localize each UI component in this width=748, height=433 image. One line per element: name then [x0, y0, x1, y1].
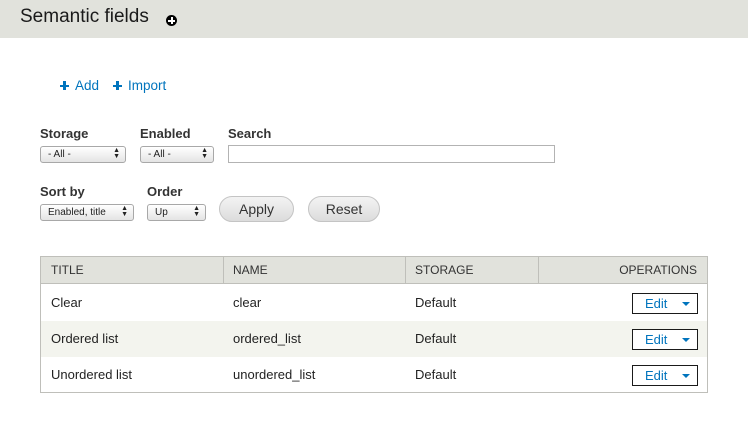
reset-button[interactable]: Reset: [308, 196, 380, 222]
column-header-operations: OPERATIONS: [619, 263, 697, 277]
enabled-label: Enabled: [140, 126, 191, 141]
caret-down-icon[interactable]: [682, 302, 690, 306]
row-storage: Default: [415, 367, 457, 382]
row-name: clear: [233, 295, 262, 310]
search-label: Search: [228, 126, 272, 141]
storage-select[interactable]: - All - ▲ ▼: [40, 146, 126, 163]
title-bar: Semantic fields: [0, 0, 748, 38]
add-link[interactable]: Add: [60, 78, 99, 93]
add-link-label: Add: [75, 78, 100, 93]
row-title: Clear: [51, 295, 83, 310]
row-name: unordered_list: [233, 367, 316, 382]
plus-circle-icon[interactable]: [166, 15, 177, 26]
caret-down-icon[interactable]: [682, 374, 690, 378]
row-title: Unordered list: [51, 367, 132, 382]
select-arrows-icon: ▲ ▼: [121, 205, 128, 218]
edit-button-label[interactable]: Edit: [645, 366, 667, 385]
edit-button-label[interactable]: Edit: [645, 294, 667, 313]
semantic-fields-table: TITLE NAME STORAGE OPERATIONS Clear clea…: [40, 256, 708, 393]
table-row: Clear clear Default Edit: [41, 285, 707, 321]
table-row: Ordered list ordered_list Default Edit: [41, 321, 707, 357]
storage-select-value: - All -: [48, 149, 71, 160]
edit-dropbutton[interactable]: Edit: [632, 329, 698, 350]
row-storage: Default: [415, 295, 457, 310]
plus-icon: [113, 81, 122, 90]
select-arrows-icon: ▲ ▼: [201, 147, 208, 160]
row-name: ordered_list: [233, 331, 301, 346]
row-title: Ordered list: [51, 331, 119, 346]
select-arrows-icon: ▲ ▼: [193, 205, 200, 218]
sort-by-select-value: Enabled, title: [48, 207, 106, 218]
table-row: Unordered list unordered_list Default Ed…: [41, 357, 707, 393]
column-header-title[interactable]: TITLE: [51, 257, 84, 284]
table-header: TITLE NAME STORAGE OPERATIONS: [41, 257, 707, 284]
caret-down-icon[interactable]: [682, 338, 690, 342]
row-storage: Default: [415, 331, 457, 346]
edit-button-label[interactable]: Edit: [645, 330, 667, 349]
order-select-value: Up: [155, 207, 168, 218]
edit-dropbutton[interactable]: Edit: [632, 365, 698, 386]
sort-by-select[interactable]: Enabled, title ▲ ▼: [40, 204, 134, 221]
edit-dropbutton[interactable]: Edit: [632, 293, 698, 314]
search-input[interactable]: [228, 145, 555, 163]
storage-label: Storage: [40, 126, 89, 141]
order-select[interactable]: Up ▲ ▼: [147, 204, 206, 221]
column-header-storage[interactable]: STORAGE: [415, 257, 473, 284]
sort-by-label: Sort by: [40, 184, 85, 199]
column-header-name[interactable]: NAME: [233, 257, 268, 284]
select-arrows-icon: ▲ ▼: [113, 147, 120, 160]
plus-icon: [60, 81, 69, 90]
page-title: Semantic fields: [20, 6, 149, 27]
enabled-select[interactable]: - All - ▲ ▼: [140, 146, 214, 163]
order-label: Order: [147, 184, 183, 199]
import-link-label: Import: [128, 78, 167, 93]
import-link[interactable]: Import: [113, 78, 166, 93]
apply-button[interactable]: Apply: [219, 196, 294, 222]
enabled-select-value: - All -: [148, 149, 171, 160]
